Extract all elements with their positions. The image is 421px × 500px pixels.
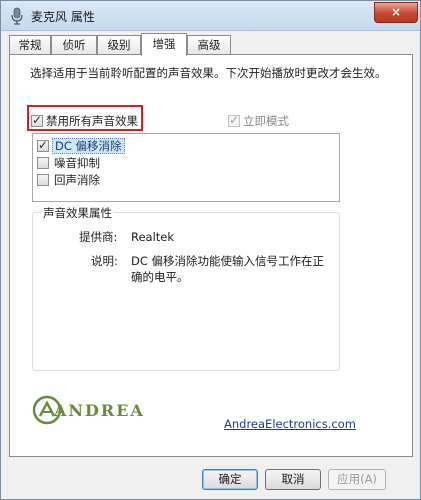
provider-value: Realtek [131,230,175,244]
tab-advanced[interactable]: 高级 [187,35,231,55]
checkmark-icon: ✓ [32,113,43,127]
provider-label: 提供商: [79,230,118,244]
enhancements-panel: 选择适用于当前聆听配置的声音效果。下次开始播放时更改才会生效。 ✓ 禁用所有声音效… [9,54,413,457]
ok-button[interactable]: 确定 [202,469,258,490]
apply-button[interactable]: 应用(A) [328,469,386,490]
instant-mode-label: 立即模式 [243,114,289,128]
effect-label: 噪音抑制 [54,156,100,170]
andrea-logo-text: ANDREA [54,401,145,420]
tab-levels[interactable]: 级别 [97,35,141,55]
tab-strip: 常规 侦听 级别 增强 高级 [9,33,419,56]
close-icon: × [390,5,402,19]
checkmark-icon: ✓ [38,138,49,152]
group-title: 声音效果属性 [41,205,114,221]
list-item[interactable]: ✓ DC 偏移消除 [37,138,125,154]
disable-all-check-box[interactable]: ✓ [31,113,43,127]
effects-list: ✓ DC 偏移消除 噪音抑制 回声消除 [32,133,340,202]
disable-all-checkbox[interactable]: ✓ 禁用所有声音效果 [31,113,138,131]
effect-check-box[interactable] [37,157,49,169]
list-item[interactable]: 噪音抑制 [37,155,102,171]
disable-all-label: 禁用所有声音效果 [46,114,138,128]
properties-window: 麦克风 属性 × 常规 侦听 级别 增强 高级 选择适用于当前聆听配置的声音效果… [0,0,421,500]
tab-enhancements[interactable]: 增强 [141,33,187,56]
effect-label: 回声消除 [54,173,100,187]
effect-properties-group: 声音效果属性 提供商: Realtek 说明: DC 偏移消除功能使输入信号工作… [32,205,340,371]
description-label: 说明: [91,254,118,268]
tab-general[interactable]: 常规 [9,35,51,55]
instant-mode-checkbox: ✓ 立即模式 [228,113,289,131]
effect-check-box[interactable] [37,174,49,186]
window-title: 麦克风 属性 [31,10,95,24]
title-bar: 麦克风 属性 × [1,1,420,31]
cancel-button[interactable]: 取消 [265,469,321,490]
tab-listen[interactable]: 侦听 [51,35,97,55]
description-value: DC 偏移消除功能使输入信号工作在正确的电平。 [131,254,325,284]
description-text: 选择适用于当前聆听配置的声音效果。下次开始播放时更改才会生效。 [30,66,387,80]
andrea-website-link[interactable]: AndreaElectronics.com [224,417,356,431]
effect-label: DC 偏移消除 [52,138,125,154]
effect-check-box[interactable]: ✓ [37,138,49,152]
checkmark-icon: ✓ [229,113,240,127]
instant-mode-check-box: ✓ [228,113,240,127]
close-button[interactable]: × [374,2,418,23]
list-item[interactable]: 回声消除 [37,172,102,188]
microphone-icon [11,7,23,25]
